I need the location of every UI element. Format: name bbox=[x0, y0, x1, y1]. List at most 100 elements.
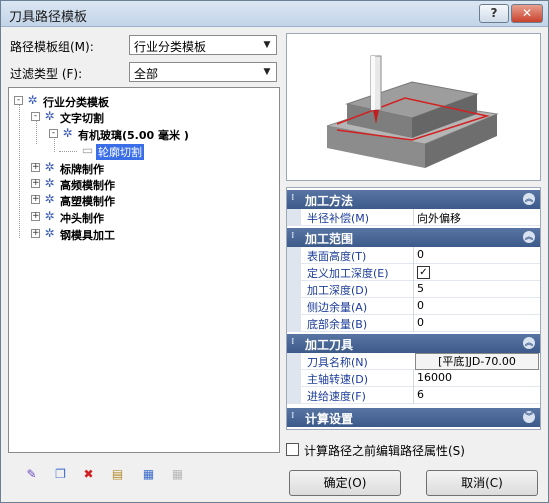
category-title: 加工刀具 bbox=[305, 338, 354, 352]
row-divider bbox=[413, 281, 414, 298]
toolpath-preview-image bbox=[326, 55, 499, 168]
template-icon[interactable]: ▤ bbox=[109, 466, 126, 483]
copy-icon[interactable]: ❐ bbox=[52, 466, 69, 483]
category-title: 加工方法 bbox=[305, 194, 354, 208]
tree-item-label: 行业分类模板 bbox=[43, 96, 109, 109]
help-button[interactable]: ? bbox=[479, 4, 509, 23]
prop-row-tool-name[interactable]: 刀具名称(N) [平底]JD-70.00 bbox=[287, 353, 540, 370]
ok-button[interactable]: 确定(O) bbox=[289, 470, 401, 496]
prop-value: 16000 bbox=[417, 371, 452, 384]
prop-key: 表面高度(T) bbox=[307, 250, 367, 263]
template-group-icon: ✲ bbox=[62, 126, 73, 140]
tree-item-contour-cut[interactable]: ▭ 轮廓切割 bbox=[9, 143, 279, 160]
prop-row-spindle-speed[interactable]: 主轴转速(D) 16000 bbox=[287, 370, 540, 387]
chevron-down-icon: ▼ bbox=[263, 67, 271, 77]
tree-item-punch[interactable]: + ✲ 冲头制作 bbox=[9, 209, 279, 225]
category-machining-method[interactable]: ⁞ 加工方法 ︽ bbox=[287, 190, 540, 209]
row-divider bbox=[413, 298, 414, 315]
filter-type-select[interactable]: 全部 ▼ bbox=[129, 62, 277, 82]
define-depth-checkbox[interactable]: ✓ bbox=[417, 266, 430, 279]
tool-name-button[interactable]: [平底]JD-70.00 bbox=[415, 353, 539, 370]
tree-item-label: 冲头制作 bbox=[60, 212, 104, 225]
template-group-select[interactable]: 行业分类模板 ▼ bbox=[129, 35, 277, 55]
grip-icon: ⁞ bbox=[291, 231, 295, 241]
tree-item-label: 标牌制作 bbox=[60, 163, 104, 176]
template-group-icon: ✲ bbox=[44, 209, 55, 223]
collapse-icon: - bbox=[14, 96, 23, 105]
category-calc-settings[interactable]: ⁞ 计算设置 ︾ bbox=[287, 408, 540, 427]
row-gutter bbox=[287, 315, 301, 332]
prop-value: 0 bbox=[417, 299, 424, 312]
prop-row-define-depth[interactable]: 定义加工深度(E) ✓ bbox=[287, 264, 540, 281]
grip-icon: ⁞ bbox=[291, 193, 295, 203]
tree-item-steel-mold[interactable]: + ✲ 钢模具加工 bbox=[9, 226, 279, 242]
prop-row-bottom-allowance[interactable]: 底部余量(B) 0 bbox=[287, 315, 540, 332]
filter-type-label: 过滤类型 (F): bbox=[10, 67, 83, 81]
tree-item-text-cut[interactable]: - ✲ 文字切割 bbox=[9, 109, 279, 125]
category-machining-tool[interactable]: ⁞ 加工刀具 ︽ bbox=[287, 334, 540, 353]
expand-icon: + bbox=[31, 228, 40, 238]
collapse-icon[interactable]: ︽ bbox=[523, 193, 535, 205]
tree-item-sign[interactable]: + ✲ 标牌制作 bbox=[9, 160, 279, 176]
collapse-icon: - bbox=[49, 129, 58, 138]
category-title: 计算设置 bbox=[305, 412, 354, 426]
prop-value: 0 bbox=[417, 248, 424, 261]
prop-key: 半径补偿(M) bbox=[307, 212, 370, 225]
prop-row-feed-rate[interactable]: 进给速度(F) 6 bbox=[287, 387, 540, 404]
expand-icon: + bbox=[31, 178, 40, 188]
prop-value: 6 bbox=[417, 388, 424, 401]
row-divider bbox=[413, 387, 414, 404]
prop-row-surface-height[interactable]: 表面高度(T) 0 bbox=[287, 247, 540, 264]
tree-item-acrylic[interactable]: - ✲ 有机玻璃(5.00 毫米 ) bbox=[9, 126, 279, 142]
edit-before-calc-checkbox[interactable] bbox=[286, 443, 299, 456]
new-page-icon: ▦ bbox=[171, 467, 184, 481]
prop-key: 加工深度(D) bbox=[307, 284, 369, 297]
grip-icon: ⁞ bbox=[291, 337, 295, 347]
edit-before-calc-label: 计算路径之前编辑路径属性(S) bbox=[304, 444, 465, 458]
template-group-label: 路径模板组(M): bbox=[10, 40, 94, 54]
tree-item-hf-mold[interactable]: + ✲ 高频模制作 bbox=[9, 176, 279, 192]
prop-value: 向外偏移 bbox=[417, 212, 461, 225]
row-divider bbox=[413, 264, 414, 281]
tree-item-blister-mold[interactable]: + ✲ 高塑模制作 bbox=[9, 192, 279, 208]
row-gutter bbox=[287, 370, 301, 387]
template-group-icon: ✲ bbox=[44, 192, 55, 206]
expand-icon[interactable]: ︾ bbox=[523, 411, 535, 423]
row-gutter bbox=[287, 387, 301, 404]
filter-type-value: 全部 bbox=[134, 67, 159, 81]
close-button[interactable]: ✕ bbox=[511, 4, 543, 23]
prop-key: 侧边余量(A) bbox=[307, 301, 368, 314]
prop-key: 刀具名称(N) bbox=[307, 356, 368, 369]
delete-icon[interactable]: ✖ bbox=[80, 466, 97, 483]
expand-icon: + bbox=[31, 162, 40, 172]
collapse-icon[interactable]: ︽ bbox=[523, 231, 535, 243]
prop-key: 主轴转速(D) bbox=[307, 373, 369, 386]
category-title: 加工范围 bbox=[305, 232, 354, 246]
cancel-button[interactable]: 取消(C) bbox=[426, 470, 538, 496]
tree-item-label: 高频模制作 bbox=[60, 179, 115, 192]
row-gutter bbox=[287, 209, 301, 226]
tree-item-root[interactable]: - ✲ 行业分类模板 bbox=[9, 93, 279, 109]
row-gutter bbox=[287, 298, 301, 315]
template-group-icon: ✲ bbox=[44, 226, 55, 240]
grip-icon: ⁞ bbox=[291, 411, 295, 421]
prop-value: 5 bbox=[417, 282, 424, 295]
edit-icon[interactable]: ✎ bbox=[23, 466, 40, 483]
row-gutter bbox=[287, 247, 301, 264]
collapse-icon[interactable]: ︽ bbox=[523, 337, 535, 349]
category-machining-range[interactable]: ⁞ 加工范围 ︽ bbox=[287, 228, 540, 247]
prop-key: 进给速度(F) bbox=[307, 390, 366, 403]
prop-row-depth[interactable]: 加工深度(D) 5 bbox=[287, 281, 540, 298]
collapse-icon: - bbox=[31, 112, 40, 121]
template-tree[interactable]: - ✲ 行业分类模板 - ✲ 文字切割 - ✲ 有机玻璃(5.00 毫米 ) ▭… bbox=[8, 87, 280, 453]
property-grid[interactable]: ⁞ 加工方法 ︽ 半径补偿(M) 向外偏移 ⁞ 加工范围 ︽ 表面高度(T) 0… bbox=[286, 187, 541, 430]
template-group-value: 行业分类模板 bbox=[134, 40, 207, 54]
path-file-icon: ▭ bbox=[81, 143, 94, 157]
row-divider bbox=[413, 209, 414, 226]
prop-row-side-allowance[interactable]: 侧边余量(A) 0 bbox=[287, 298, 540, 315]
prop-row-radius-comp[interactable]: 半径补偿(M) 向外偏移 bbox=[287, 209, 540, 226]
expand-icon: + bbox=[31, 194, 40, 204]
tree-item-label: 文字切割 bbox=[60, 112, 104, 125]
paste-icon[interactable]: ▦ bbox=[140, 466, 157, 483]
row-divider bbox=[413, 370, 414, 387]
